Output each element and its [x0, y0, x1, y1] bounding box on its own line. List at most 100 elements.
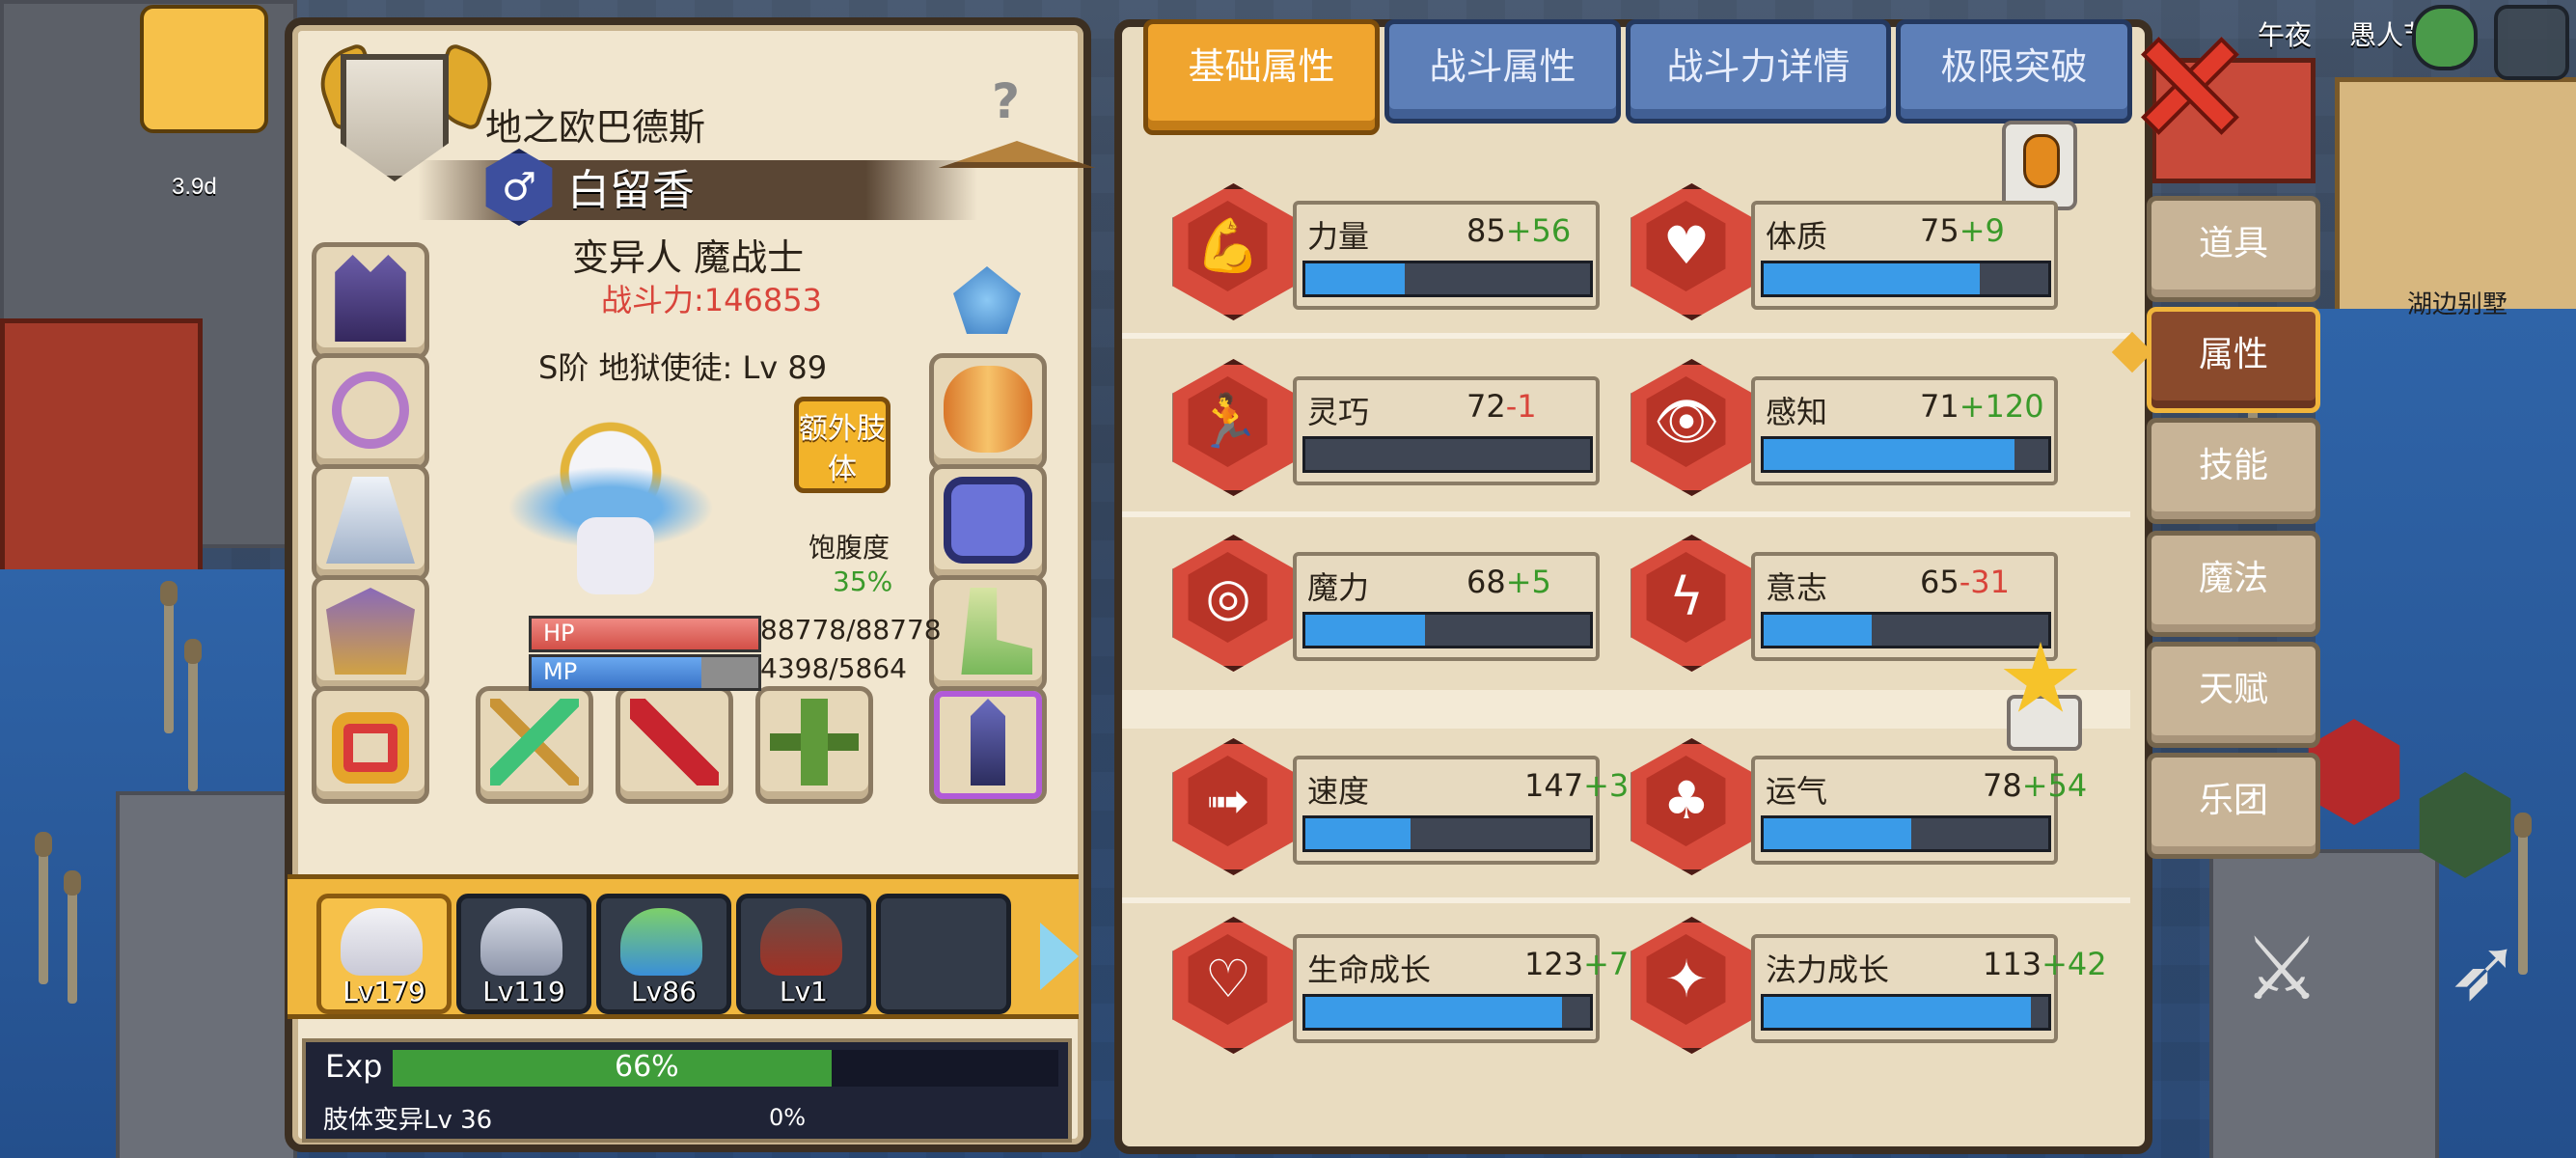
mp-label: MP — [543, 658, 578, 685]
side-menu-attributes[interactable]: 属性 — [2147, 307, 2320, 413]
attribute-bar-fill — [1305, 818, 1411, 849]
side-menu-band[interactable]: 乐团 — [2147, 753, 2320, 859]
attribute-bonus: -1 — [1505, 388, 1537, 425]
attribute-base: 147 — [1524, 767, 1584, 804]
side-menu-talents[interactable]: 天赋 — [2147, 642, 2320, 748]
attribute-bar-fill — [1764, 263, 1981, 294]
attribute-bar — [1761, 436, 2051, 473]
tab-power-details[interactable]: 战斗力详情 — [1626, 19, 1891, 124]
attribute-speed[interactable]: ➟ 速度 147+32 — [1167, 738, 1649, 875]
fullscreen-icon[interactable] — [2494, 5, 2569, 80]
lakeside-villa-building — [2335, 77, 2576, 318]
party-member-1[interactable]: Lv179 — [316, 894, 452, 1014]
red-greatsword-icon — [630, 699, 719, 786]
hud-level-badge: 3.9d — [172, 174, 217, 200]
equip-slot-boots[interactable] — [929, 575, 1047, 693]
party-next-arrow-icon[interactable] — [1040, 923, 1079, 990]
exp-bar-fill — [393, 1050, 833, 1087]
weapon-slot-1[interactable] — [476, 686, 593, 804]
member-level: Lv179 — [343, 976, 425, 1007]
attribute-bar — [1302, 436, 1593, 473]
side-menu-skills[interactable]: 技能 — [2147, 418, 2320, 524]
character-panel: 地之欧巴德斯 ? ♂ 白留香 变异人 魔战士 战斗力:146853 S阶 地狱使… — [285, 17, 1095, 1152]
dark-helmet-icon — [335, 255, 406, 342]
limb-mutation-label: 肢体变异Lv 36 — [323, 1106, 493, 1135]
winged-boots-icon — [961, 588, 1032, 675]
equip-slot-gem[interactable] — [929, 686, 1047, 804]
member-portrait — [760, 908, 842, 976]
hp-value: 88778/88778 — [760, 614, 942, 646]
equip-slot-helmet[interactable] — [312, 242, 429, 360]
party-member-4[interactable]: Lv1 — [736, 894, 871, 1014]
weapon-slot-3[interactable] — [755, 686, 873, 804]
attribute-mana-growth[interactable]: ✦ 法力成长 113+42 — [1626, 917, 2107, 1054]
close-icon[interactable] — [2137, 34, 2233, 130]
equip-slot-bracer[interactable] — [929, 353, 1047, 471]
tab-combat-attributes[interactable]: 战斗属性 — [1384, 19, 1621, 124]
sword-attack-icon[interactable]: ⚔ — [2219, 907, 2344, 1033]
life-growth-heart-icon: ♡ — [1204, 949, 1252, 1009]
attribute-bar-fill — [1305, 263, 1406, 294]
attribute-base: 68 — [1466, 564, 1506, 600]
equip-slot-amulet[interactable] — [312, 353, 429, 471]
tab-limit-break[interactable]: 极限突破 — [1896, 19, 2132, 124]
tab-basic-attributes[interactable]: 基础属性 — [1143, 19, 1380, 135]
attribute-constitution[interactable]: ♥ 体质 75+9 — [1626, 183, 2069, 320]
attribute-value: 85+56 — [1466, 212, 1571, 249]
equip-slot-cape[interactable] — [312, 464, 429, 582]
attribute-luck[interactable]: ♣ 运气 78+54 — [1626, 738, 2087, 875]
bracer-icon — [944, 366, 1032, 453]
row-divider — [1122, 897, 2130, 903]
attribute-magic[interactable]: ◎ 魔力 68+5 — [1167, 535, 1611, 672]
magic-spiral-icon: ◎ — [1205, 566, 1251, 627]
purple-gem-icon — [971, 699, 1005, 786]
willpower-head-icon: ϟ — [1669, 566, 1704, 627]
bow-attack-icon[interactable]: ➶ — [2422, 907, 2547, 1033]
attribute-bonus: +42 — [2042, 946, 2107, 982]
left-red-roof — [0, 318, 203, 579]
green-crossbow-icon — [770, 699, 859, 786]
party-member-empty-slot[interactable] — [876, 894, 1011, 1014]
attribute-bar — [1302, 261, 1593, 297]
equip-slot-armor[interactable] — [312, 575, 429, 693]
attribute-bonus: +9 — [1959, 212, 2005, 249]
agility-runner-icon: 🏃 — [1195, 391, 1261, 452]
member-portrait — [620, 908, 702, 976]
attribute-bar — [1302, 612, 1593, 648]
attribute-name: 意志 — [1766, 569, 1828, 606]
attribute-life-growth[interactable]: ♡ 生命成长 123+77 — [1167, 917, 1649, 1054]
attribute-base: 85 — [1466, 212, 1506, 249]
favorite-star-button[interactable] — [2002, 642, 2082, 751]
amulet-icon — [332, 372, 409, 449]
side-menu-magic[interactable]: 魔法 — [2147, 531, 2320, 637]
equip-slot-ring[interactable] — [312, 686, 429, 804]
equip-slot-belt[interactable] — [929, 464, 1047, 582]
side-menu-items[interactable]: 道具 — [2147, 196, 2320, 302]
attribute-bonus: +120 — [1959, 388, 2044, 425]
attribute-base: 65 — [1920, 564, 1959, 600]
party-member-3[interactable]: Lv86 — [596, 894, 731, 1014]
question-mark-icon: ? — [992, 73, 1021, 129]
attribute-agility[interactable]: 🏃 灵巧 72-1 — [1167, 359, 1611, 496]
attribute-bar-fill — [1764, 997, 2032, 1028]
blue-crystal-icon — [953, 266, 1021, 334]
globe-icon[interactable] — [2412, 5, 2478, 70]
player-portrait[interactable] — [140, 5, 268, 133]
extra-limb-button[interactable]: 额外肢体 — [794, 397, 891, 493]
constitution-body-icon: ♥ — [1662, 215, 1711, 276]
attribute-bar — [1302, 994, 1593, 1031]
blue-belt-icon — [944, 477, 1032, 564]
attribute-bonus: +5 — [1505, 564, 1551, 600]
attribute-strength[interactable]: 💪 力量 85+56 — [1167, 183, 1611, 320]
attribute-perception[interactable]: 👁 感知 71+120 — [1626, 359, 2069, 496]
weapon-slot-2[interactable] — [616, 686, 733, 804]
attribute-value: 65-31 — [1920, 564, 2010, 600]
attribute-bonus: +54 — [2021, 767, 2088, 804]
attribute-bar-fill — [1764, 615, 1873, 646]
attribute-name: 力量 — [1307, 218, 1370, 255]
attribute-value: 78+54 — [1983, 767, 2087, 804]
attribute-name: 速度 — [1307, 773, 1370, 810]
party-member-2[interactable]: Lv119 — [456, 894, 591, 1014]
equip-slot-accessory[interactable] — [929, 242, 1047, 360]
attribute-bar — [1761, 994, 2051, 1031]
